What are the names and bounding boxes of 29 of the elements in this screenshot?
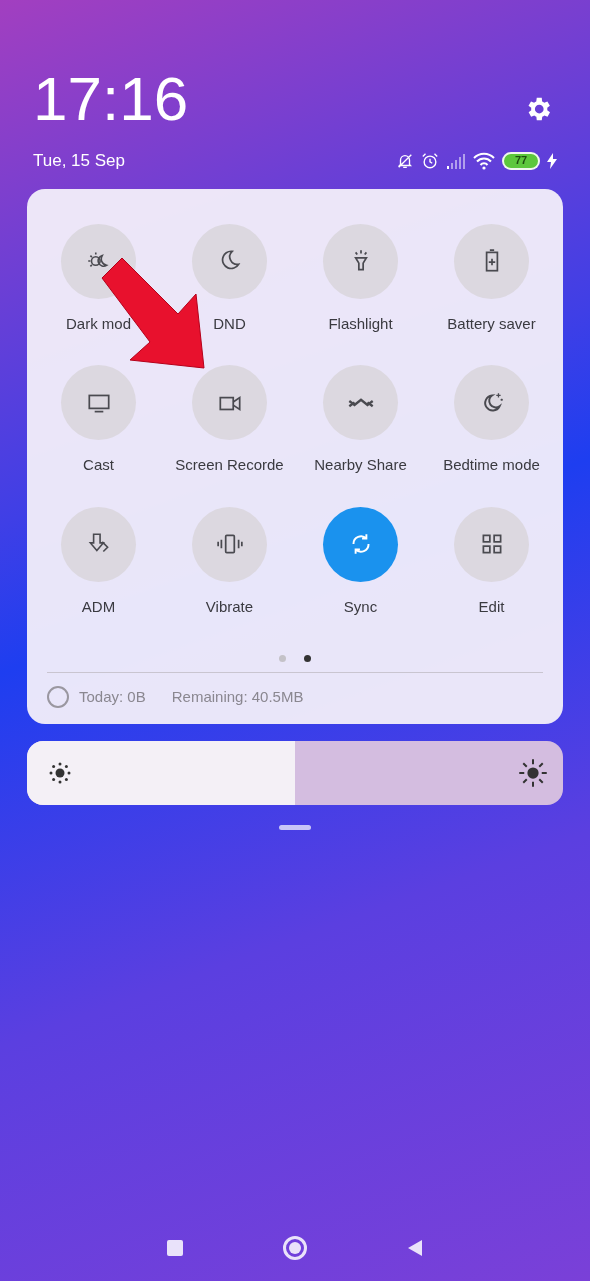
tile-label: Screen Recorde (175, 455, 284, 475)
clock-time: 17:16 (33, 68, 189, 130)
tile-label: Edit (478, 596, 505, 617)
charging-bolt-icon (547, 152, 557, 169)
tile-label: Bedtime mode (443, 455, 540, 475)
data-usage-ring-icon (47, 686, 69, 709)
wifi-icon (473, 151, 495, 170)
battery-icon: 77 (502, 151, 540, 170)
home-button[interactable] (283, 1236, 307, 1260)
drag-handle[interactable] (279, 824, 311, 830)
tile-label: Flashlight (328, 313, 393, 334)
tile-label: Dark mod (66, 313, 131, 334)
brightness-high-icon (518, 757, 548, 788)
tile-label: Cast (83, 455, 114, 475)
signal-icon (446, 152, 466, 169)
tile-label: Vibrate (205, 596, 254, 617)
data-remaining-text: Remaining: 40.5MB (171, 687, 304, 707)
tile-label: Sync (343, 596, 378, 617)
alarm-clock-icon (421, 151, 439, 170)
data-today-text: Today: 0B (79, 687, 146, 707)
nearby-share-icon (347, 397, 374, 408)
tile-label: Battery saver (447, 313, 536, 334)
back-button[interactable] (407, 1239, 423, 1257)
tile-label: DND (213, 313, 246, 334)
brightness-low-icon (48, 760, 72, 785)
tile-label: Nearby Share (314, 455, 407, 475)
date-text: Tue, 15 Sep (33, 150, 125, 172)
tile-label: ADM (81, 596, 116, 617)
brightness-slider[interactable] (27, 740, 563, 805)
